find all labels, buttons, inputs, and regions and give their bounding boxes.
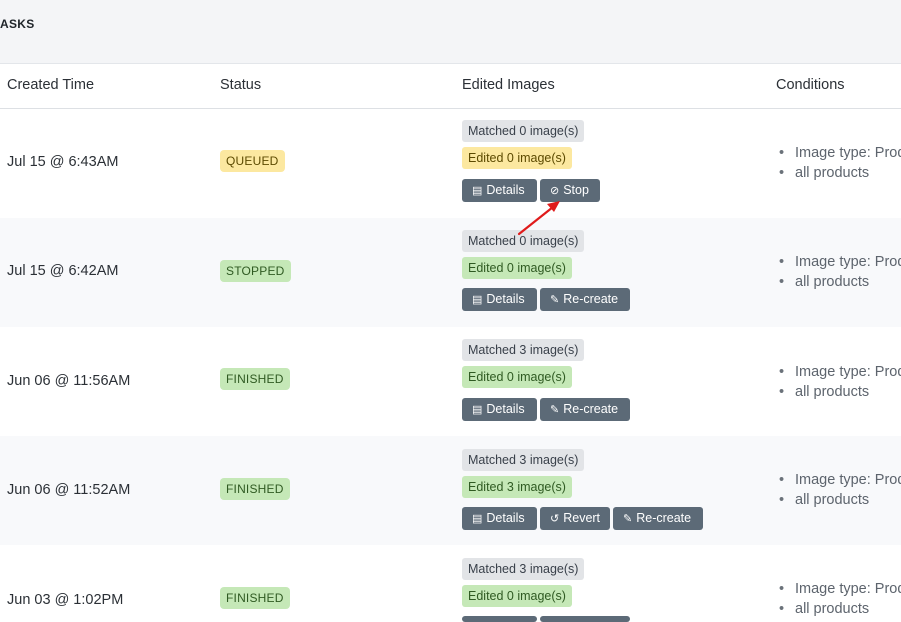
details-button[interactable] [462,616,537,622]
created-time: Jun 06 @ 11:52AM [7,482,131,498]
matched-count: Matched 3 image(s) [462,558,585,580]
details-button[interactable]: ▤ Details [462,398,537,421]
table-row: Jun 06 @ 11:56AM FINISHED Matched 3 imag… [0,327,901,436]
column-status[interactable]: Status [220,77,261,93]
table-row: Jul 15 @ 6:43AM QUEUED Matched 0 image(s… [0,109,901,218]
edit-icon: ✎ [623,513,633,525]
revert-button[interactable]: ↺ Revert [540,507,610,530]
column-edited-images[interactable]: Edited Images [462,77,555,93]
edited-count: Edited 0 image(s) [462,366,572,388]
list-icon: ▤ [472,513,483,525]
matched-count: Matched 3 image(s) [462,339,585,361]
condition-item: • Image type: Prod [779,145,901,161]
recreate-button[interactable]: ✎ Re-create [540,288,630,311]
status-badge: FINISHED [220,478,290,500]
recreate-button[interactable]: ✎ Re-create [540,398,630,421]
created-time: Jun 06 @ 11:56AM [7,373,131,389]
status-badge: STOPPED [220,260,291,282]
ban-icon: ⊘ [550,185,560,197]
condition-item: • Image type: Prod [779,581,901,597]
condition-item: • Image type: Prod [779,472,901,488]
table-row: Jun 03 @ 1:02PM FINISHED Matched 3 image… [0,545,901,622]
edit-icon: ✎ [550,294,560,306]
details-button[interactable]: ▤ Details [462,179,537,202]
undo-icon: ↺ [550,513,560,525]
edited-count: Edited 0 image(s) [462,585,572,607]
edited-count: Edited 0 image(s) [462,147,572,169]
column-conditions[interactable]: Conditions [776,77,845,93]
edited-count: Edited 3 image(s) [462,476,572,498]
page-title: ASKS [0,17,35,31]
condition-item: • all products [779,165,870,181]
list-icon: ▤ [472,185,483,197]
stop-button[interactable]: ⊘ Stop [540,179,600,202]
edit-icon: ✎ [550,404,560,416]
matched-count: Matched 0 image(s) [462,120,585,142]
details-button[interactable]: ▤ Details [462,288,537,311]
table-header: Created Time Status Edited Images Condit… [0,64,901,109]
condition-item: • all products [779,492,870,508]
condition-item: • all products [779,274,870,290]
created-time: Jul 15 @ 6:42AM [7,263,119,279]
details-button[interactable]: ▤ Details [462,507,537,530]
page-header: ASKS [0,0,901,64]
matched-count: Matched 0 image(s) [462,230,585,252]
list-icon: ▤ [472,404,483,416]
matched-count: Matched 3 image(s) [462,449,585,471]
status-badge: QUEUED [220,150,285,172]
status-badge: FINISHED [220,587,290,609]
created-time: Jun 03 @ 1:02PM [7,592,124,608]
condition-item: • Image type: Prod [779,254,901,270]
list-icon: ▤ [472,294,483,306]
table-row: Jun 06 @ 11:52AM FINISHED Matched 3 imag… [0,436,901,545]
table-row: Jul 15 @ 6:42AM STOPPED Matched 0 image(… [0,218,901,327]
column-created-time[interactable]: Created Time [7,77,94,93]
condition-item: • all products [779,601,870,617]
recreate-button[interactable] [540,616,630,622]
condition-item: • Image type: Prod [779,364,901,380]
condition-item: • all products [779,384,870,400]
created-time: Jul 15 @ 6:43AM [7,154,119,170]
status-badge: FINISHED [220,368,290,390]
recreate-button[interactable]: ✎ Re-create [613,507,703,530]
edited-count: Edited 0 image(s) [462,257,572,279]
